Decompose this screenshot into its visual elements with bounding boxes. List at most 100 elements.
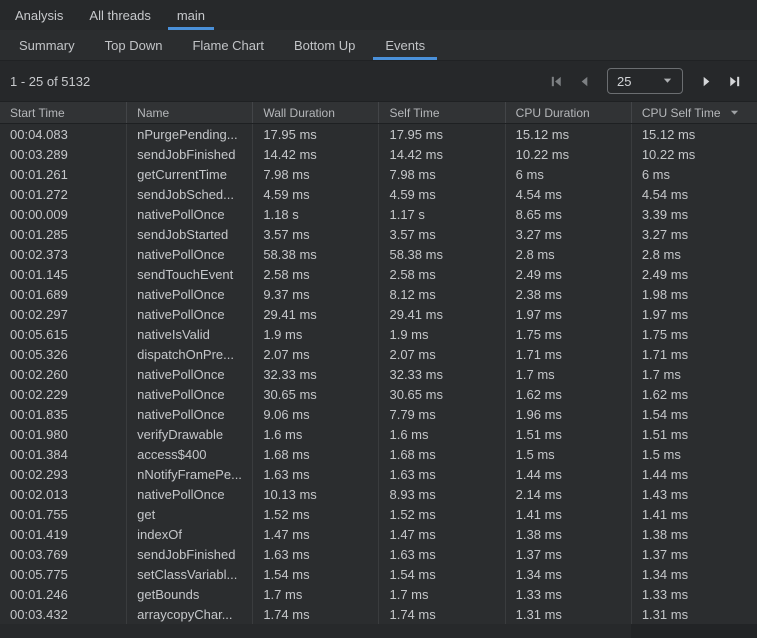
- cell-cpu-self-time: 1.71 ms: [631, 344, 757, 364]
- cell-cpu-duration: 2.38 ms: [505, 284, 631, 304]
- cell-self-time: 1.54 ms: [378, 564, 504, 584]
- tab-analysis[interactable]: Analysis: [6, 0, 72, 30]
- cell-self-time: 1.7 ms: [378, 584, 504, 604]
- cell-cpu-self-time: 1.75 ms: [631, 324, 757, 344]
- table-row[interactable]: 00:02.297nativePollOnce29.41 ms29.41 ms1…: [0, 304, 757, 324]
- cell-cpu-duration: 6 ms: [505, 164, 631, 184]
- cell-wall-duration: 1.9 ms: [252, 324, 378, 344]
- cell-start-time: 00:01.246: [0, 584, 126, 604]
- table-row[interactable]: 00:05.326dispatchOnPre...2.07 ms2.07 ms1…: [0, 344, 757, 364]
- table-row[interactable]: 00:01.835nativePollOnce9.06 ms7.79 ms1.9…: [0, 404, 757, 424]
- cell-name: getCurrentTime: [126, 164, 252, 184]
- cell-start-time: 00:05.326: [0, 344, 126, 364]
- cell-start-time: 00:01.384: [0, 444, 126, 464]
- table-row[interactable]: 00:02.260nativePollOnce32.33 ms32.33 ms1…: [0, 364, 757, 384]
- table-row[interactable]: 00:01.419indexOf1.47 ms1.47 ms1.38 ms1.3…: [0, 524, 757, 544]
- table-row[interactable]: 00:01.384access$4001.68 ms1.68 ms1.5 ms1…: [0, 444, 757, 464]
- table-row[interactable]: 00:01.272sendJobSched...4.59 ms4.59 ms4.…: [0, 184, 757, 204]
- table-row[interactable]: 00:02.373nativePollOnce58.38 ms58.38 ms2…: [0, 244, 757, 264]
- cell-cpu-duration: 1.71 ms: [505, 344, 631, 364]
- column-header-wall-duration[interactable]: Wall Duration: [252, 102, 378, 123]
- cell-wall-duration: 9.06 ms: [252, 404, 378, 424]
- table-empty-area: [0, 624, 757, 638]
- table-row[interactable]: 00:01.246getBounds1.7 ms1.7 ms1.33 ms1.3…: [0, 584, 757, 604]
- cell-wall-duration: 7.98 ms: [252, 164, 378, 184]
- tab-main[interactable]: main: [168, 0, 214, 30]
- events-table: Start TimeNameWall DurationSelf TimeCPU …: [0, 102, 757, 638]
- table-row[interactable]: 00:01.285sendJobStarted3.57 ms3.57 ms3.2…: [0, 224, 757, 244]
- cell-name: sendJobSched...: [126, 184, 252, 204]
- tab-top-down[interactable]: Top Down: [93, 30, 175, 60]
- cell-wall-duration: 1.18 s: [252, 204, 378, 224]
- cell-start-time: 00:02.293: [0, 464, 126, 484]
- tab-flame-chart[interactable]: Flame Chart: [180, 30, 276, 60]
- cell-cpu-self-time: 1.43 ms: [631, 484, 757, 504]
- cell-cpu-self-time: 1.62 ms: [631, 384, 757, 404]
- tab-bottom-up[interactable]: Bottom Up: [282, 30, 367, 60]
- cell-name: sendJobFinished: [126, 544, 252, 564]
- cell-self-time: 8.12 ms: [378, 284, 504, 304]
- table-row[interactable]: 00:05.775setClassVariabl...1.54 ms1.54 m…: [0, 564, 757, 584]
- column-header-name[interactable]: Name: [126, 102, 252, 123]
- previous-page-button[interactable]: [573, 70, 595, 92]
- table-row[interactable]: 00:02.013nativePollOnce10.13 ms8.93 ms2.…: [0, 484, 757, 504]
- cell-self-time: 32.33 ms: [378, 364, 504, 384]
- table-row[interactable]: 00:01.755get1.52 ms1.52 ms1.41 ms1.41 ms: [0, 504, 757, 524]
- last-page-icon: [727, 74, 742, 89]
- profiler-panel: Analysis All threads main SummaryTop DownF…: [0, 0, 757, 638]
- table-row[interactable]: 00:01.980verifyDrawable1.6 ms1.6 ms1.51 …: [0, 424, 757, 444]
- table-row[interactable]: 00:03.769sendJobFinished1.63 ms1.63 ms1.…: [0, 544, 757, 564]
- table-row[interactable]: 00:03.432arraycopyChar...1.74 ms1.74 ms1…: [0, 604, 757, 624]
- table-row[interactable]: 00:00.009nativePollOnce1.18 s1.17 s8.65 …: [0, 204, 757, 224]
- cell-wall-duration: 1.68 ms: [252, 444, 378, 464]
- cell-start-time: 00:02.229: [0, 384, 126, 404]
- cell-name: nativePollOnce: [126, 484, 252, 504]
- cell-self-time: 4.59 ms: [378, 184, 504, 204]
- cell-cpu-duration: 1.34 ms: [505, 564, 631, 584]
- tab-events[interactable]: Events: [373, 30, 437, 60]
- thread-tab-bar: Analysis All threads main: [0, 0, 757, 30]
- cell-wall-duration: 9.37 ms: [252, 284, 378, 304]
- table-row[interactable]: 00:01.261getCurrentTime7.98 ms7.98 ms6 m…: [0, 164, 757, 184]
- table-row[interactable]: 00:01.689nativePollOnce9.37 ms8.12 ms2.3…: [0, 284, 757, 304]
- cell-self-time: 1.47 ms: [378, 524, 504, 544]
- cell-start-time: 00:01.419: [0, 524, 126, 544]
- table-row[interactable]: 00:02.229nativePollOnce30.65 ms30.65 ms1…: [0, 384, 757, 404]
- cell-cpu-self-time: 1.31 ms: [631, 604, 757, 624]
- table-row[interactable]: 00:02.293nNotifyFramePe...1.63 ms1.63 ms…: [0, 464, 757, 484]
- cell-cpu-duration: 1.5 ms: [505, 444, 631, 464]
- next-page-button[interactable]: [695, 70, 717, 92]
- first-page-button[interactable]: [545, 70, 567, 92]
- column-header-cpu-duration[interactable]: CPU Duration: [505, 102, 631, 123]
- cell-cpu-duration: 1.37 ms: [505, 544, 631, 564]
- column-header-start-time[interactable]: Start Time: [0, 102, 126, 123]
- cell-self-time: 2.07 ms: [378, 344, 504, 364]
- cell-start-time: 00:02.373: [0, 244, 126, 264]
- cell-cpu-self-time: 3.27 ms: [631, 224, 757, 244]
- table-row[interactable]: 00:01.145sendTouchEvent2.58 ms2.58 ms2.4…: [0, 264, 757, 284]
- cell-name: sendJobFinished: [126, 144, 252, 164]
- column-header-cpu-self-time[interactable]: CPU Self Time: [631, 102, 757, 123]
- last-page-button[interactable]: [723, 70, 745, 92]
- table-row[interactable]: 00:05.615nativeIsValid1.9 ms1.9 ms1.75 m…: [0, 324, 757, 344]
- cell-cpu-self-time: 1.41 ms: [631, 504, 757, 524]
- cell-wall-duration: 58.38 ms: [252, 244, 378, 264]
- page-size-select[interactable]: 25: [607, 68, 683, 94]
- cell-self-time: 2.58 ms: [378, 264, 504, 284]
- cell-cpu-duration: 15.12 ms: [505, 124, 631, 144]
- cell-name: nativePollOnce: [126, 384, 252, 404]
- cell-wall-duration: 17.95 ms: [252, 124, 378, 144]
- cell-wall-duration: 32.33 ms: [252, 364, 378, 384]
- column-header-self-time[interactable]: Self Time: [378, 102, 504, 123]
- pagination-controls: 25: [545, 68, 745, 94]
- cell-name: arraycopyChar...: [126, 604, 252, 624]
- table-row[interactable]: 00:04.083nPurgePending...17.95 ms17.95 m…: [0, 124, 757, 144]
- cell-cpu-duration: 1.33 ms: [505, 584, 631, 604]
- cell-self-time: 58.38 ms: [378, 244, 504, 264]
- cell-cpu-duration: 1.75 ms: [505, 324, 631, 344]
- table-row[interactable]: 00:03.289sendJobFinished14.42 ms14.42 ms…: [0, 144, 757, 164]
- cell-cpu-duration: 1.97 ms: [505, 304, 631, 324]
- tab-all-threads[interactable]: All threads: [80, 0, 159, 30]
- tab-summary[interactable]: Summary: [7, 30, 87, 60]
- cell-name: getBounds: [126, 584, 252, 604]
